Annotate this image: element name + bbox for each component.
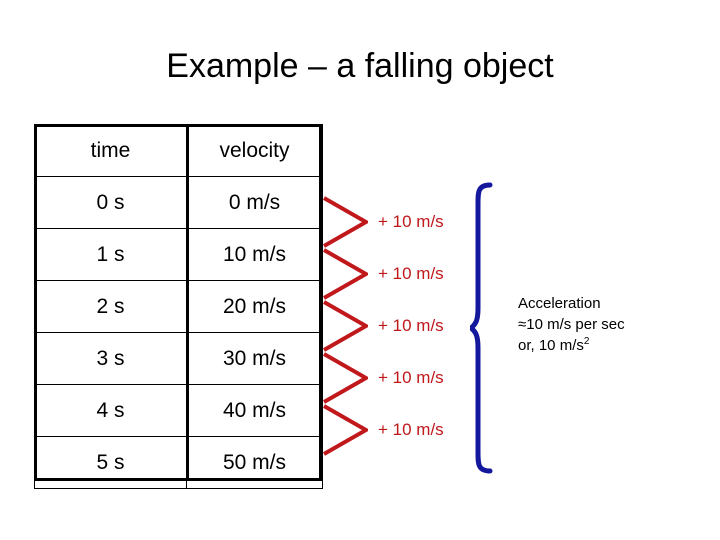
table-row: 4 s 40 m/s <box>34 384 323 437</box>
table-row: 5 s 50 m/s <box>34 436 323 489</box>
table-row: 3 s 30 m/s <box>34 332 323 385</box>
delta-label: + 10 m/s <box>378 212 444 231</box>
cell-velocity: 30 m/s <box>186 332 323 385</box>
cell-time: 2 s <box>34 280 187 333</box>
column-header-velocity: velocity <box>186 124 323 177</box>
cell-time: 5 s <box>34 436 187 489</box>
column-header-time: time <box>34 124 187 177</box>
cell-velocity: 10 m/s <box>186 228 323 281</box>
delta-bracket-icon <box>323 196 368 248</box>
delta-label: + 10 m/s <box>378 316 444 335</box>
cell-time: 1 s <box>34 228 187 281</box>
acceleration-note: Acceleration ≈10 m/s per sec or, 10 m/s2 <box>518 293 708 356</box>
acceleration-note-line-3: or, 10 m/s2 <box>518 335 708 356</box>
acceleration-note-line-3-text: or, 10 m/s <box>518 337 584 354</box>
cell-time: 0 s <box>34 176 187 229</box>
page-title: Example – a falling object <box>166 47 554 85</box>
delta-bracket-icon <box>323 352 368 404</box>
delta-bracket-icon <box>323 300 368 352</box>
delta-label: + 10 m/s <box>378 264 444 283</box>
curly-brace-icon <box>470 182 493 474</box>
slide-canvas: Example – a falling object time velocity… <box>0 0 720 540</box>
acceleration-note-exponent: 2 <box>583 336 590 347</box>
table-header-row: time velocity <box>34 124 323 177</box>
cell-velocity: 40 m/s <box>186 384 323 437</box>
cell-time: 3 s <box>34 332 187 385</box>
delta-bracket-icon <box>323 404 368 456</box>
acceleration-note-line-1: Acceleration <box>518 295 601 312</box>
velocity-table: time velocity 0 s 0 m/s 1 s 10 m/s 2 s 2… <box>34 124 323 489</box>
table-row: 0 s 0 m/s <box>34 176 323 229</box>
cell-velocity: 50 m/s <box>186 436 323 489</box>
table-row: 1 s 10 m/s <box>34 228 323 281</box>
acceleration-note-line-2: ≈10 m/s per sec <box>518 316 625 333</box>
delta-label: + 10 m/s <box>378 368 444 387</box>
delta-bracket-icon <box>323 248 368 300</box>
delta-label: + 10 m/s <box>378 420 444 439</box>
cell-time: 4 s <box>34 384 187 437</box>
cell-velocity: 20 m/s <box>186 280 323 333</box>
table-row: 2 s 20 m/s <box>34 280 323 333</box>
cell-velocity: 0 m/s <box>186 176 323 229</box>
